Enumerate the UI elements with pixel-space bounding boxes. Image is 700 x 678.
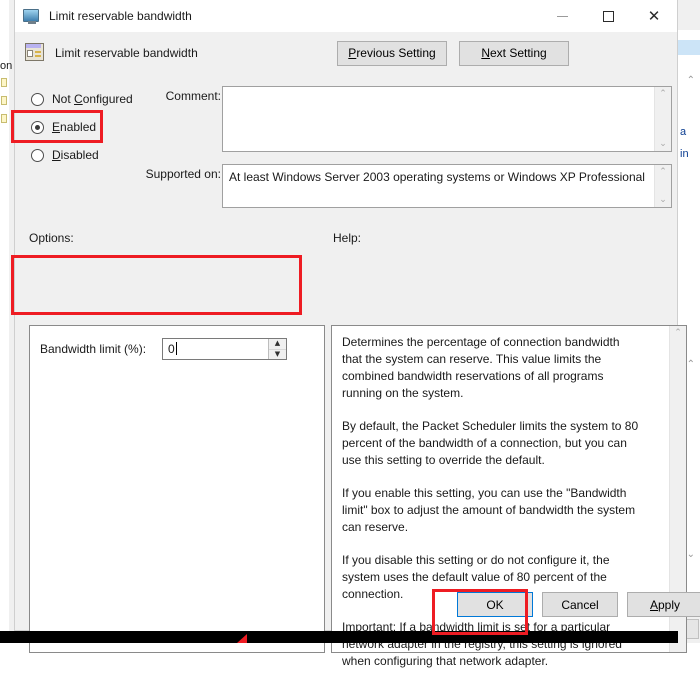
next-setting-button[interactable]: Next Setting: [459, 40, 569, 66]
radio-indicator: [31, 92, 44, 106]
comment-scrollbar[interactable]: ⌃ ⌄: [654, 87, 671, 151]
radio-indicator: [31, 120, 44, 134]
chevron-up-icon: ⌃: [686, 359, 695, 370]
stepper-down-icon[interactable]: ▼: [269, 350, 286, 360]
background-right-text: a: [680, 126, 687, 138]
chevron-down-icon[interactable]: ⌄: [659, 195, 667, 205]
bandwidth-limit-input[interactable]: 0: [163, 342, 268, 356]
background-right-text: in: [680, 148, 689, 160]
policy-setting-dialog: Limit reservable bandwidth ✕ Limit reser…: [14, 0, 700, 668]
supported-on-label: Supported on:: [145, 167, 221, 181]
apply-button[interactable]: Apply: [627, 592, 700, 617]
radio-disabled[interactable]: Disabled: [31, 142, 221, 168]
ok-button[interactable]: OK: [457, 592, 533, 617]
supported-on-textbox[interactable]: At least Windows Server 2003 operating s…: [222, 164, 672, 208]
help-paragraph: By default, the Packet Scheduler limits …: [342, 419, 639, 467]
bandwidth-limit-row: Bandwidth limit (%): 0 ▲ ▼: [40, 338, 287, 360]
setting-header: Limit reservable bandwidth Previous Sett…: [15, 32, 677, 74]
chevron-up-icon[interactable]: ⌃: [659, 89, 667, 99]
background-left-chip: [1, 114, 7, 123]
background-left-strip: [0, 0, 9, 631]
policy-setting-icon: [25, 43, 45, 63]
help-paragraph: If you enable this setting, you can use …: [342, 486, 636, 534]
bandwidth-limit-label: Bandwidth limit (%):: [40, 342, 147, 356]
background-left-chip: [1, 96, 7, 105]
monitor-icon: [23, 8, 41, 24]
previous-setting-button[interactable]: Previous Setting: [337, 40, 447, 66]
minimize-button[interactable]: [539, 0, 585, 32]
radio-indicator: [31, 148, 44, 162]
stepper-up-icon[interactable]: ▲: [269, 339, 286, 350]
close-button[interactable]: ✕: [631, 0, 677, 32]
help-paragraph: Determines the percentage of connection …: [342, 335, 620, 400]
chevron-up-icon[interactable]: ⌃: [674, 328, 682, 338]
comment-textbox[interactable]: ⌃ ⌄: [222, 86, 672, 152]
radio-label: Enabled: [52, 120, 97, 134]
chevron-down-icon[interactable]: ⌄: [659, 139, 667, 149]
policy-name: Limit reservable bandwidth: [55, 46, 198, 60]
background-window-left[interactable]: on: [0, 0, 15, 631]
radio-enabled[interactable]: Enabled: [31, 114, 221, 140]
cancel-button[interactable]: Cancel: [542, 592, 618, 617]
dialog-footer: OK Cancel Apply: [15, 580, 700, 630]
desktop-bottom-band: [0, 631, 678, 643]
screen: on ⌃ a in ⌃ ⌄ Limit reservable bandwidth: [0, 0, 700, 668]
background-right-selection: [678, 40, 700, 55]
bandwidth-limit-stepper[interactable]: 0 ▲ ▼: [162, 338, 287, 360]
radio-label: Not Configured: [52, 92, 133, 106]
comment-label: Comment:: [165, 89, 221, 103]
background-left-text: on: [0, 60, 12, 72]
window-title: Limit reservable bandwidth: [49, 9, 192, 23]
supported-on-value: At least Windows Server 2003 operating s…: [229, 170, 645, 184]
supported-on-scrollbar[interactable]: ⌃ ⌄: [654, 165, 671, 207]
comment-value: [223, 87, 671, 95]
help-label: Help:: [333, 231, 362, 245]
window-controls: ✕: [539, 0, 677, 32]
chevron-up-icon: ⌃: [686, 75, 695, 86]
red-accent-shape: [237, 634, 247, 643]
navigation-buttons: Previous Setting Next Setting: [337, 40, 569, 66]
title-bar: Limit reservable bandwidth ✕: [15, 0, 677, 32]
dialog-body: Not Configured Enabled Disabled Comment:…: [15, 74, 700, 668]
options-label: Options:: [29, 231, 74, 245]
maximize-button[interactable]: [585, 0, 631, 32]
background-left-chip: [1, 78, 7, 87]
chevron-down-icon: ⌄: [686, 549, 695, 560]
radio-label: Disabled: [52, 148, 99, 162]
stepper-buttons: ▲ ▼: [268, 339, 286, 359]
chevron-up-icon[interactable]: ⌃: [659, 167, 667, 177]
